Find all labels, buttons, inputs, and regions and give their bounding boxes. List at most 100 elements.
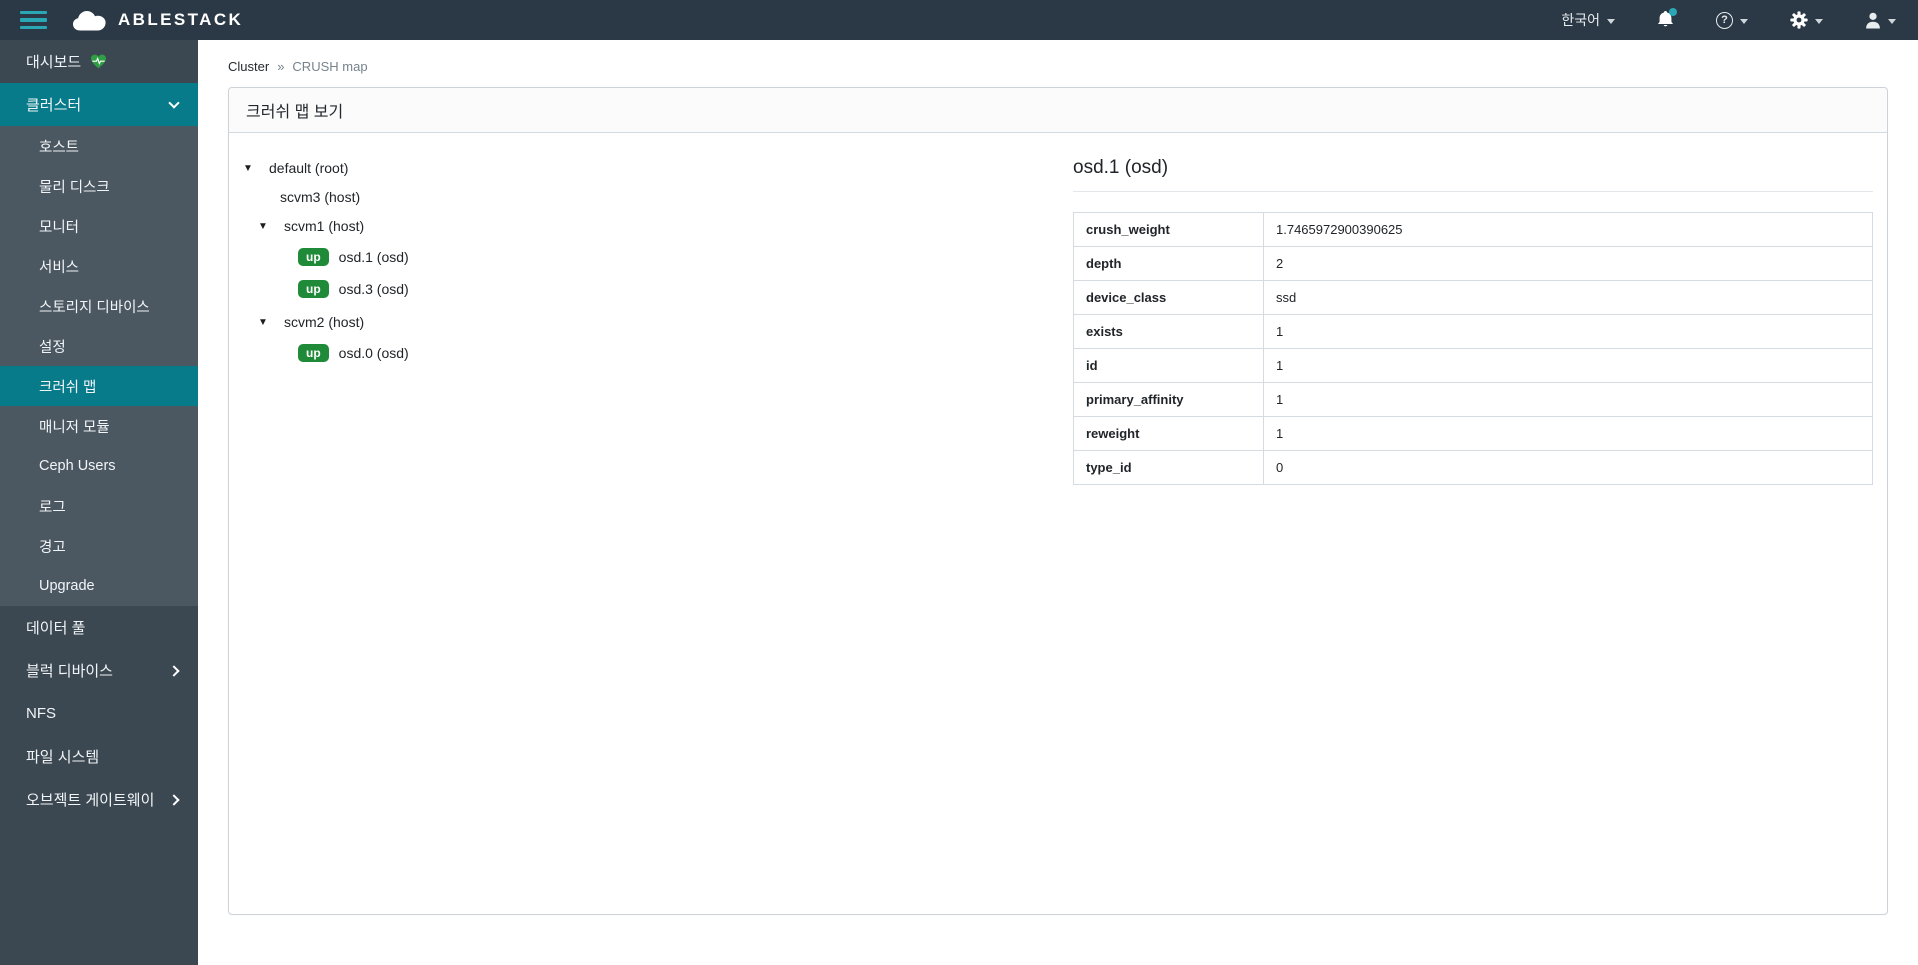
- card-title: 크러쉬 맵 보기: [246, 104, 344, 121]
- detail-value: 1: [1263, 314, 1873, 349]
- sidebar-item-ceph-users[interactable]: Ceph Users: [0, 446, 198, 486]
- navbar-left: ABLESTACK: [0, 0, 243, 40]
- main-content: Cluster » CRUSH map 크러쉬 맵 보기 ▼ default (…: [198, 40, 1918, 965]
- sidebar-item-file-systems[interactable]: 파일 시스템: [0, 735, 198, 778]
- navbar-right: 한국어 ?: [1540, 0, 1918, 40]
- heartbeat-icon: [90, 54, 107, 69]
- detail-value: 1.7465972900390625: [1263, 212, 1873, 247]
- sidebar-item-object-gateway[interactable]: 오브젝트 게이트웨이: [0, 778, 198, 821]
- tree-node-osd-3[interactable]: up osd.3 (osd): [243, 274, 1073, 303]
- user-icon: [1865, 12, 1881, 29]
- sidebar-item-cluster[interactable]: 클러스터: [0, 83, 198, 126]
- detail-value: 1: [1263, 382, 1873, 417]
- card-body: ▼ default (root) scvm3 (host) ▼ scvm1 (h…: [229, 133, 1887, 499]
- detail-key: reweight: [1073, 416, 1264, 451]
- node-detail-panel: osd.1 (osd) crush_weight 1.7465972900390…: [1073, 147, 1873, 485]
- card-header: 크러쉬 맵 보기: [229, 88, 1887, 133]
- user-dropdown[interactable]: [1844, 0, 1904, 40]
- sidebar-item-block-devices[interactable]: 블럭 디바이스: [0, 649, 198, 692]
- table-row: exists 1: [1073, 314, 1873, 349]
- bell-icon: [1657, 7, 1677, 31]
- chevron-down-icon: [168, 97, 180, 109]
- tree-node-default-root[interactable]: ▼ default (root): [243, 155, 1073, 181]
- table-row: type_id 0: [1073, 450, 1873, 485]
- detail-key: primary_affinity: [1073, 382, 1264, 417]
- sidebar-item-hosts[interactable]: 호스트: [0, 126, 198, 166]
- detail-value: 0: [1263, 450, 1873, 485]
- top-navbar: ABLESTACK 한국어 ?: [0, 0, 1918, 40]
- tree-node-scvm3[interactable]: scvm3 (host): [243, 184, 1073, 210]
- settings-dropdown[interactable]: [1769, 0, 1844, 40]
- detail-value: 1: [1263, 348, 1873, 383]
- tree-node-label: scvm3 (host): [280, 189, 361, 205]
- sidebar-item-storage-devices[interactable]: 스토리지 디바이스: [0, 286, 198, 326]
- chevron-right-icon: [168, 664, 180, 677]
- breadcrumb: Cluster » CRUSH map: [228, 59, 1888, 74]
- table-row: id 1: [1073, 348, 1873, 383]
- sidebar-item-label: 파일 시스템: [26, 749, 100, 766]
- tree-node-osd-1[interactable]: up osd.1 (osd): [243, 242, 1073, 271]
- sidebar-item-monitors[interactable]: 모니터: [0, 206, 198, 246]
- tree-node-label: default (root): [269, 160, 349, 176]
- caret-down-icon: [1815, 18, 1823, 24]
- tree-node-label: osd.1 (osd): [338, 248, 409, 265]
- sidebar-item-label: 블럭 디바이스: [26, 663, 113, 680]
- sidebar-item-crush-map[interactable]: 크러쉬 맵: [0, 366, 198, 406]
- tree-node-scvm1[interactable]: ▼ scvm1 (host): [243, 213, 1073, 239]
- sidebar-item-pools[interactable]: 데이터 풀: [0, 606, 198, 649]
- sidebar-item-alerts[interactable]: 경고: [0, 526, 198, 566]
- table-row: depth 2: [1073, 246, 1873, 281]
- sidebar-item-configuration[interactable]: 설정: [0, 326, 198, 366]
- detail-value: ssd: [1263, 280, 1873, 315]
- tree-expander-icon[interactable]: ▼: [258, 317, 276, 328]
- sidebar-item-logs[interactable]: 로그: [0, 486, 198, 526]
- sidebar-item-manager-modules[interactable]: 매니저 모듈: [0, 406, 198, 446]
- caret-down-icon: [1607, 18, 1615, 24]
- detail-key: device_class: [1073, 280, 1264, 315]
- notification-dot: [1669, 7, 1677, 16]
- detail-key: exists: [1073, 314, 1264, 349]
- sidebar-item-label: 클러스터: [26, 97, 82, 114]
- sidebar-item-nfs[interactable]: NFS: [0, 692, 198, 735]
- help-dropdown[interactable]: ?: [1695, 0, 1769, 40]
- crush-map-card: 크러쉬 맵 보기 ▼ default (root) scvm3 (host) ▼…: [228, 87, 1888, 915]
- chevron-right-icon: [168, 793, 180, 806]
- detail-key: id: [1073, 348, 1264, 383]
- detail-table: crush_weight 1.7465972900390625 depth 2 …: [1073, 212, 1873, 485]
- breadcrumb-separator: »: [277, 59, 285, 74]
- sidebar-item-physical-disks[interactable]: 물리 디스크: [0, 166, 198, 206]
- tree-node-scvm2[interactable]: ▼ scvm2 (host): [243, 309, 1073, 335]
- caret-down-icon: [1740, 18, 1748, 24]
- tree-expander-icon[interactable]: ▼: [243, 163, 261, 174]
- table-row: reweight 1: [1073, 416, 1873, 451]
- detail-key: crush_weight: [1073, 212, 1264, 247]
- notifications-button[interactable]: [1636, 0, 1695, 40]
- status-badge-up: up: [298, 247, 329, 266]
- tree-node-label: osd.3 (osd): [338, 280, 409, 297]
- sidebar-item-dashboard[interactable]: 대시보드: [0, 40, 198, 83]
- detail-value: 1: [1263, 416, 1873, 451]
- menu-icon[interactable]: [20, 10, 48, 30]
- brand-logo[interactable]: ABLESTACK: [72, 10, 243, 31]
- sidebar-item-label: NFS: [26, 705, 56, 722]
- caret-down-icon: [1888, 18, 1896, 24]
- table-row: device_class ssd: [1073, 280, 1873, 315]
- status-badge-up: up: [298, 343, 329, 362]
- detail-title: osd.1 (osd): [1073, 157, 1873, 192]
- sidebar-item-upgrade[interactable]: Upgrade: [0, 566, 198, 606]
- detail-value: 2: [1263, 246, 1873, 281]
- breadcrumb-cluster-link[interactable]: Cluster: [228, 59, 269, 74]
- breadcrumb-current: CRUSH map: [292, 59, 368, 74]
- brand-name: ABLESTACK: [118, 10, 244, 29]
- status-badge-up: up: [298, 279, 329, 298]
- sidebar-item-services[interactable]: 서비스: [0, 246, 198, 286]
- table-row: primary_affinity 1: [1073, 382, 1873, 417]
- gear-icon: [1790, 11, 1808, 29]
- language-dropdown[interactable]: 한국어: [1540, 0, 1636, 40]
- crush-tree: ▼ default (root) scvm3 (host) ▼ scvm1 (h…: [243, 147, 1073, 485]
- cluster-submenu: 호스트 물리 디스크 모니터 서비스 스토리지 디바이스 설정 크러쉬 맵 매니…: [0, 126, 198, 606]
- tree-node-osd-0[interactable]: up osd.0 (osd): [243, 338, 1073, 367]
- tree-expander-icon[interactable]: ▼: [258, 221, 276, 232]
- sidebar-item-label: 데이터 풀: [26, 620, 86, 637]
- sidebar-nav: 대시보드 클러스터 호스트 물리 디스크 모니터 서비스 스토리지 디바이스 설…: [0, 40, 198, 965]
